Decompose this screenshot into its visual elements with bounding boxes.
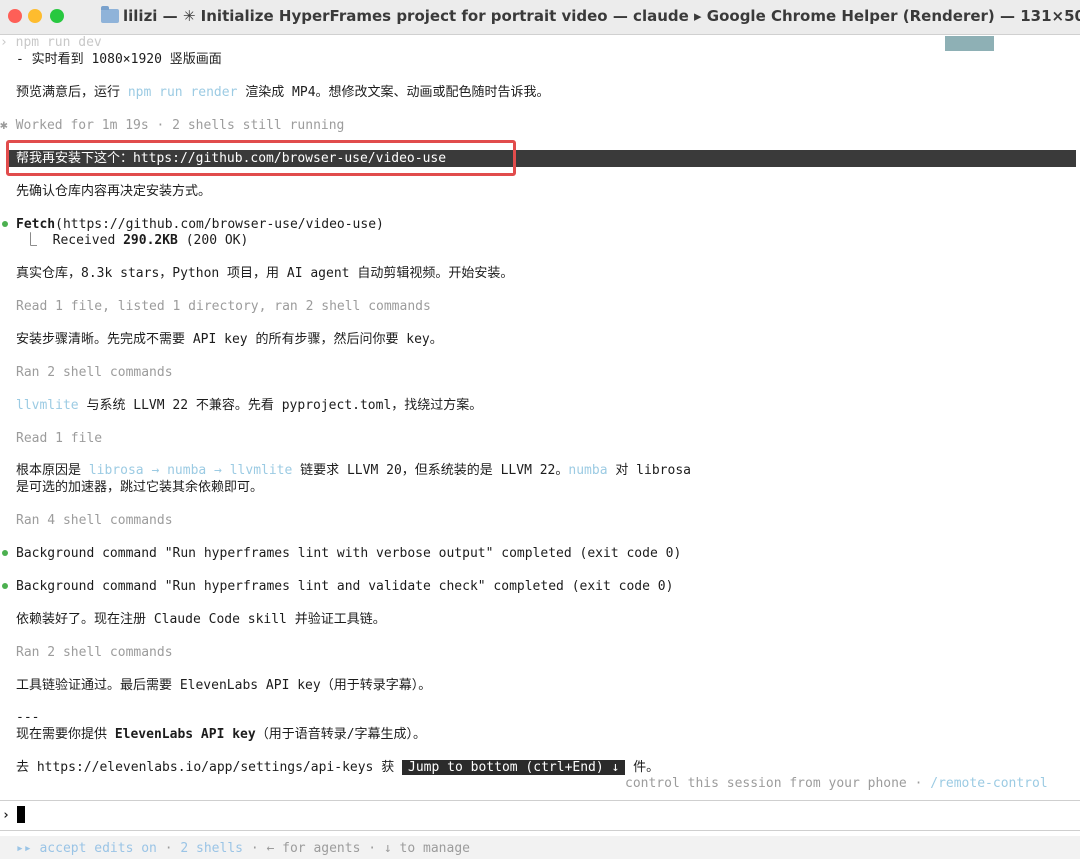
close-window-button[interactable] — [8, 9, 22, 23]
scrollbar-thumb[interactable] — [945, 36, 994, 51]
worked-status: ✱ Worked for 1m 19s · 2 shells still run… — [0, 118, 345, 133]
tool-summary[interactable]: Ran 2 shell commands — [16, 645, 173, 661]
output-line: 现在需要你提供 ElevenLabs API key（用于语音转录/字幕生成）。 — [16, 727, 427, 742]
output-line: 去 https://elevenlabs.io/app/settings/api… — [16, 760, 660, 775]
remote-control-link[interactable]: /remote-control — [930, 776, 1047, 791]
folder-icon — [101, 6, 119, 23]
prompt-input[interactable] — [30, 803, 1070, 829]
window-title: lilizi — ✳ Initialize HyperFrames projec… — [123, 7, 1080, 25]
remote-control-hint: control this session from your phone · /… — [625, 776, 1048, 791]
accept-edits-toggle[interactable]: accept edits on — [39, 841, 156, 856]
output-line: 根本原因是 librosa → numba → llvmlite 链要求 LLV… — [16, 463, 691, 478]
jump-to-bottom-button[interactable]: Jump to bottom (ctrl+End) ↓ — [402, 760, 626, 775]
minimize-window-button[interactable] — [28, 9, 42, 23]
tool-call-fetch: Fetch(https://github.com/browser-use/vid… — [16, 217, 384, 232]
tool-summary[interactable]: Ran 2 shell commands — [16, 365, 173, 381]
output-line: 预览满意后，运行 npm run render 渲染成 MP4。想修改文案、动画… — [16, 85, 550, 100]
input-divider-bottom — [0, 830, 1080, 831]
tool-summary[interactable]: Read 1 file — [16, 431, 102, 447]
output-line: 依赖装好了。现在注册 Claude Code skill 并验证工具链。 — [16, 612, 386, 627]
output-line: 是可选的加速器，跳过它装其余依赖即可。 — [16, 480, 264, 495]
text-cursor — [17, 806, 25, 823]
tool-summary[interactable]: Ran 4 shell commands — [16, 513, 173, 529]
background-command-status: Background command "Run hyperframes lint… — [16, 546, 682, 561]
status-footer-text: ▸▸ accept edits on · 2 shells · ← for ag… — [16, 841, 470, 856]
output-line: llvmlite 与系统 LLVM 22 不兼容。先看 pyproject.to… — [16, 398, 483, 413]
tool-summary[interactable]: Read 1 file, listed 1 directory, ran 2 s… — [16, 299, 431, 315]
output-line: 真实仓库，8.3k stars，Python 项目，用 AI agent 自动剪… — [16, 266, 514, 281]
input-divider-top — [0, 800, 1080, 801]
background-command-status: Background command "Run hyperframes lint… — [16, 579, 674, 594]
zoom-window-button[interactable] — [50, 9, 64, 23]
status-dot-icon — [2, 583, 8, 589]
annotation-box — [6, 140, 516, 176]
shells-indicator[interactable]: 2 shells — [180, 841, 243, 856]
output-line: - 实时看到 1080×1920 竖版画面 — [16, 52, 222, 67]
previous-command: › npm run dev — [0, 35, 102, 50]
window-titlebar: lilizi — ✳ Initialize HyperFrames projec… — [0, 0, 1080, 35]
output-line: 工具链验证通过。最后需要 ElevenLabs API key（用于转录字幕）。 — [16, 678, 432, 693]
output-line: 先确认仓库内容再决定安装方式。 — [16, 184, 212, 199]
status-dot-icon — [2, 550, 8, 556]
command-highlight: npm run render — [127, 85, 238, 100]
tool-result: ⎿ Received 290.2KB (200 OK) — [24, 233, 249, 248]
output-line: 安装步骤清晰。先完成不需要 API key 的所有步骤，然后问你要 key。 — [16, 332, 443, 347]
horizontal-rule: --- — [16, 710, 40, 725]
status-dot-icon — [2, 221, 8, 227]
prompt-icon: › — [2, 808, 10, 823]
